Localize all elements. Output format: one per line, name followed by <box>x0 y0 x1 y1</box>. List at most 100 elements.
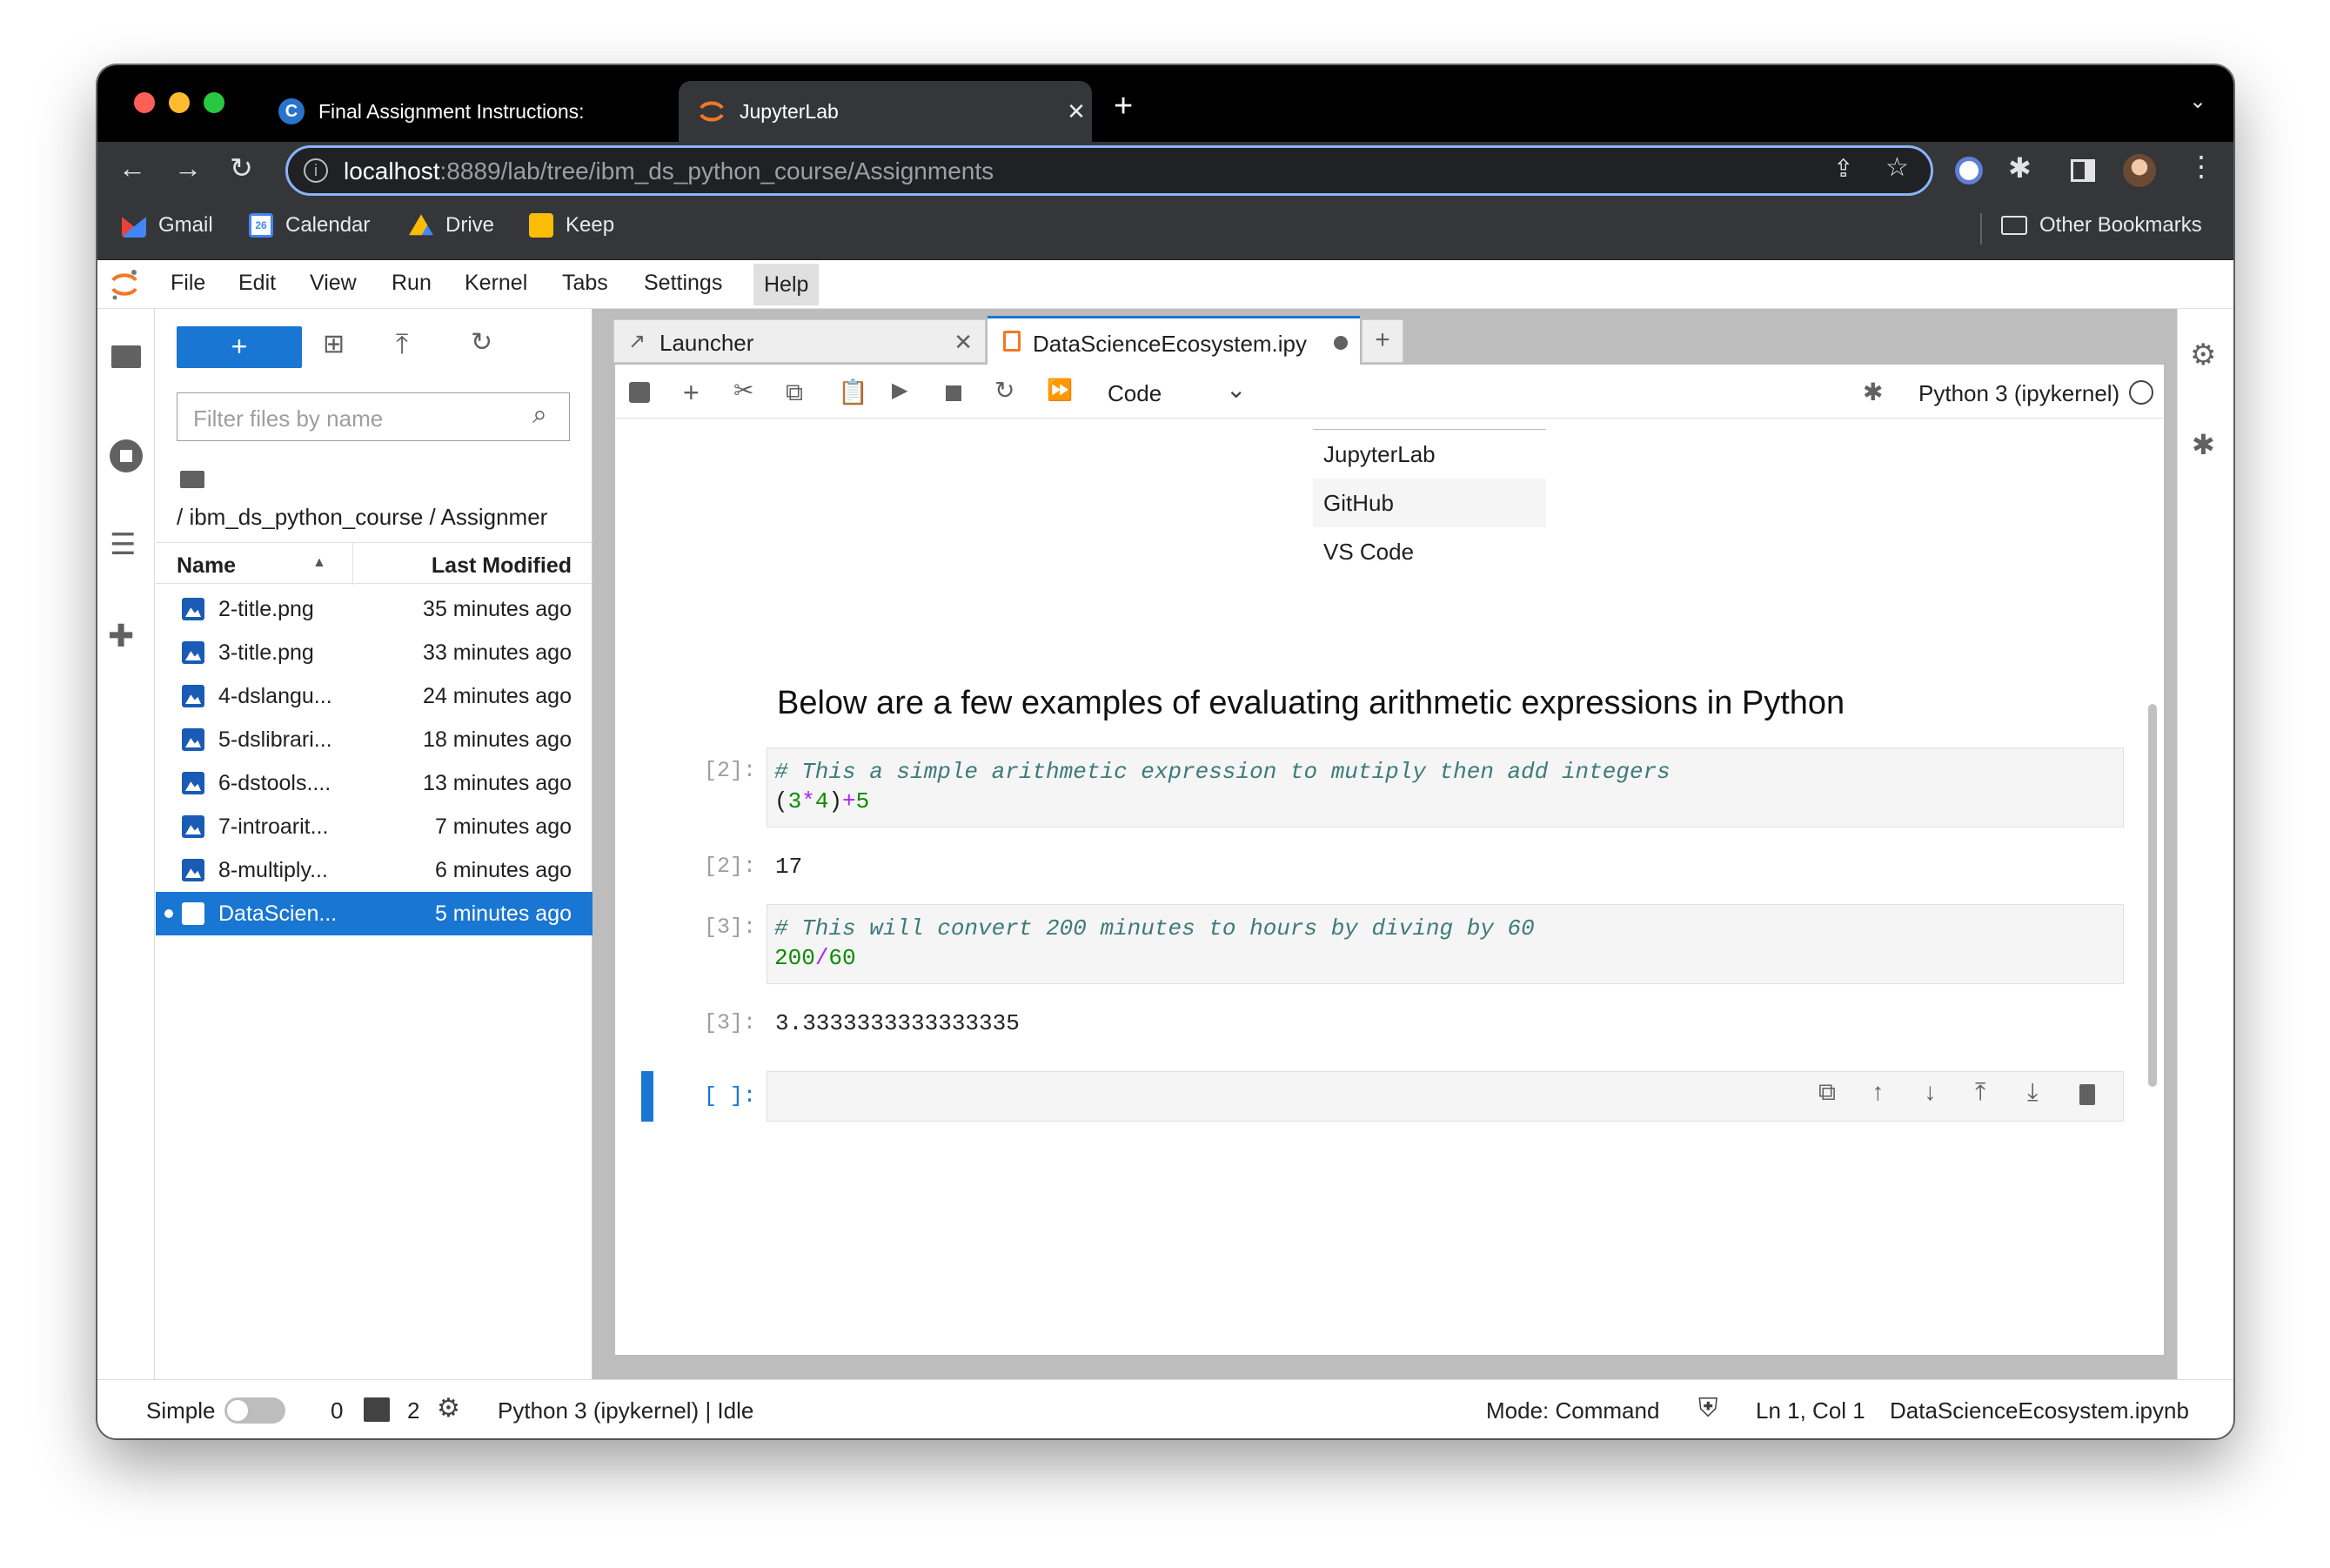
bookmark-drive[interactable]: Drive <box>409 213 494 238</box>
refresh-icon[interactable]: ↻ <box>471 330 492 356</box>
debugger-bug-icon[interactable]: ✱ <box>1863 380 1883 405</box>
debugger-bug-icon[interactable]: ✱ <box>2192 431 2215 459</box>
table-of-contents-icon[interactable]: ☰ <box>110 530 136 560</box>
reload-icon[interactable]: ↻ <box>230 154 253 182</box>
running-kernels-stop-icon[interactable] <box>110 439 143 472</box>
extension-icon[interactable] <box>1955 157 1983 184</box>
file-row[interactable]: 2-title.png 35 minutes ago <box>156 587 593 631</box>
panel-splitter[interactable] <box>593 309 603 1379</box>
simple-mode-toggle[interactable] <box>224 1397 285 1424</box>
trust-shield-icon[interactable]: ⛨ <box>1698 1396 1718 1422</box>
tab-search-chevron-icon[interactable]: ⌄ <box>2189 91 2206 112</box>
file-row[interactable]: 5-dslibrari... 18 minutes ago <box>156 718 593 761</box>
share-icon[interactable]: ⇪ <box>1833 157 1853 181</box>
breadcrumb-home-folder-icon[interactable] <box>180 471 204 488</box>
browser-menu-icon[interactable]: ⋮ <box>2187 152 2215 180</box>
bookmark-gmail[interactable]: Gmail <box>122 213 213 238</box>
insert-cell-icon[interactable]: + <box>683 379 700 406</box>
left-activity-bar: ☰ ✚ <box>97 309 155 1379</box>
bookmark-keep[interactable]: Keep <box>529 213 614 238</box>
kernel-count[interactable]: 2 <box>407 1397 419 1424</box>
menu-run[interactable]: Run <box>388 271 435 296</box>
code-cell-input[interactable]: # This a simple arithmetic expression to… <box>767 747 2124 828</box>
new-folder-icon[interactable]: ⊞ <box>323 332 345 358</box>
extension-manager-puzzle-icon[interactable]: ✚ <box>108 620 134 652</box>
new-tab-button[interactable]: + <box>1114 90 1133 123</box>
empty-code-cell-input[interactable]: ⧉ ↑ ↓ ⤒ ⤓ <box>767 1071 2124 1122</box>
bookmark-calendar[interactable]: 26 Calendar <box>249 213 370 238</box>
kernel-status[interactable]: Python 3 (ipykernel) | Idle <box>498 1397 753 1424</box>
restart-run-all-icon[interactable]: ⏩ <box>1047 380 1073 401</box>
kernel-name-button[interactable]: Python 3 (ipykernel) <box>1918 380 2119 407</box>
terminal-icon[interactable] <box>364 1397 390 1422</box>
stop-icon[interactable] <box>946 385 961 401</box>
file-row[interactable]: 8-multiply... 6 minutes ago <box>156 848 593 892</box>
menu-kernel[interactable]: Kernel <box>461 271 531 296</box>
browser-tab-jupyterlab[interactable]: JupyterLab ✕ <box>679 81 1092 142</box>
minimize-window-button[interactable] <box>169 92 190 113</box>
code-cell-input[interactable]: # This will convert 200 minutes to hours… <box>767 904 2124 984</box>
file-browser-folder-icon[interactable] <box>111 345 141 368</box>
menu-view[interactable]: View <box>306 271 360 296</box>
sort-ascending-icon[interactable]: ▲ <box>312 555 326 571</box>
menu-edit[interactable]: Edit <box>235 271 279 296</box>
upload-icon[interactable]: ⤒ <box>396 330 408 358</box>
delete-cell-icon[interactable] <box>2079 1084 2095 1105</box>
browser-titlebar: C Final Assignment Instructions: ✕ Jupyt… <box>97 65 2233 142</box>
restart-kernel-icon[interactable]: ↻ <box>994 379 1014 403</box>
notebook-scrollbar[interactable] <box>2148 704 2157 1087</box>
close-tab-icon[interactable]: ✕ <box>954 329 973 356</box>
property-inspector-gears-icon[interactable]: ⚙ <box>2190 340 2216 370</box>
cut-icon[interactable]: ✂ <box>733 379 753 403</box>
file-row[interactable]: 7-introarit... 7 minutes ago <box>156 805 593 848</box>
menu-help[interactable]: Help <box>753 264 820 305</box>
move-down-icon[interactable]: ↓ <box>1923 1082 1938 1107</box>
cursor-position[interactable]: Ln 1, Col 1 <box>1756 1397 1865 1424</box>
insert-above-icon[interactable]: ⤒ <box>1975 1082 1985 1107</box>
paste-icon[interactable]: 📋 <box>838 380 868 405</box>
file-row[interactable]: 4-dslangu... 24 minutes ago <box>156 674 593 718</box>
duplicate-cell-icon[interactable]: ⧉ <box>1818 1082 1836 1107</box>
back-arrow-icon[interactable]: ← <box>118 154 146 182</box>
extensions-puzzle-icon[interactable]: ✱ <box>2008 154 2032 182</box>
menu-settings[interactable]: Settings <box>640 271 726 296</box>
doc-tab-launcher[interactable]: ↗ Launcher ✕ <box>613 319 986 363</box>
unsaved-dot-icon[interactable] <box>1334 336 1348 350</box>
breadcrumb[interactable]: / ibm_ds_python_course / Assignmer <box>177 504 593 531</box>
other-bookmarks[interactable]: Other Bookmarks <box>2001 213 2202 238</box>
move-up-icon[interactable]: ↑ <box>1871 1082 1885 1107</box>
new-launcher-tab-button[interactable]: + <box>1362 319 1403 363</box>
image-file-icon <box>182 728 204 751</box>
notebook-mode[interactable]: Mode: Command <box>1486 1397 1659 1424</box>
column-name[interactable]: Name <box>177 553 236 579</box>
site-info-icon[interactable]: i <box>304 158 328 183</box>
menu-file[interactable]: File <box>167 271 209 296</box>
file-name: DataScien... <box>218 901 338 926</box>
file-row[interactable]: 3-title.png 33 minutes ago <box>156 631 593 674</box>
run-icon[interactable]: ▶ <box>892 380 907 401</box>
address-bar[interactable]: i localhost:8889/lab/tree/ibm_ds_python_… <box>285 145 1933 196</box>
bookmark-star-icon[interactable]: ☆ <box>1885 155 1909 181</box>
bookmarks-divider <box>1980 213 1982 245</box>
close-tab-icon[interactable]: ✕ <box>1061 98 1092 125</box>
new-launcher-button[interactable]: + <box>177 326 302 368</box>
code-line: (3*4)+5 <box>774 788 870 814</box>
forward-arrow-icon[interactable]: → <box>174 154 202 182</box>
save-icon[interactable] <box>629 382 650 403</box>
copy-icon[interactable]: ⧉ <box>786 380 803 405</box>
profile-avatar[interactable] <box>2123 154 2156 187</box>
cell-type-dropdown[interactable]: Code ⌄ <box>1108 376 1247 408</box>
filter-files-input[interactable]: Filter files by name ⌕ <box>177 392 570 441</box>
column-last-modified[interactable]: Last Modified <box>432 553 572 579</box>
file-row[interactable]: 6-dstools.... 13 minutes ago <box>156 761 593 805</box>
terminal-count[interactable]: 0 <box>331 1397 343 1424</box>
menu-tabs[interactable]: Tabs <box>559 271 612 296</box>
insert-below-icon[interactable]: ⤓ <box>2027 1082 2038 1107</box>
side-panel-icon[interactable] <box>2071 159 2095 182</box>
maximize-window-button[interactable] <box>204 92 224 113</box>
file-row-selected[interactable]: DataScien... 5 minutes ago <box>156 892 593 935</box>
notebook-file-icon <box>182 902 204 925</box>
close-window-button[interactable] <box>134 92 155 113</box>
doc-tab-notebook[interactable]: DataScienceEcosystem.ipy <box>988 316 1360 365</box>
kernel-chip-icon[interactable]: ⚙ <box>437 1396 460 1422</box>
